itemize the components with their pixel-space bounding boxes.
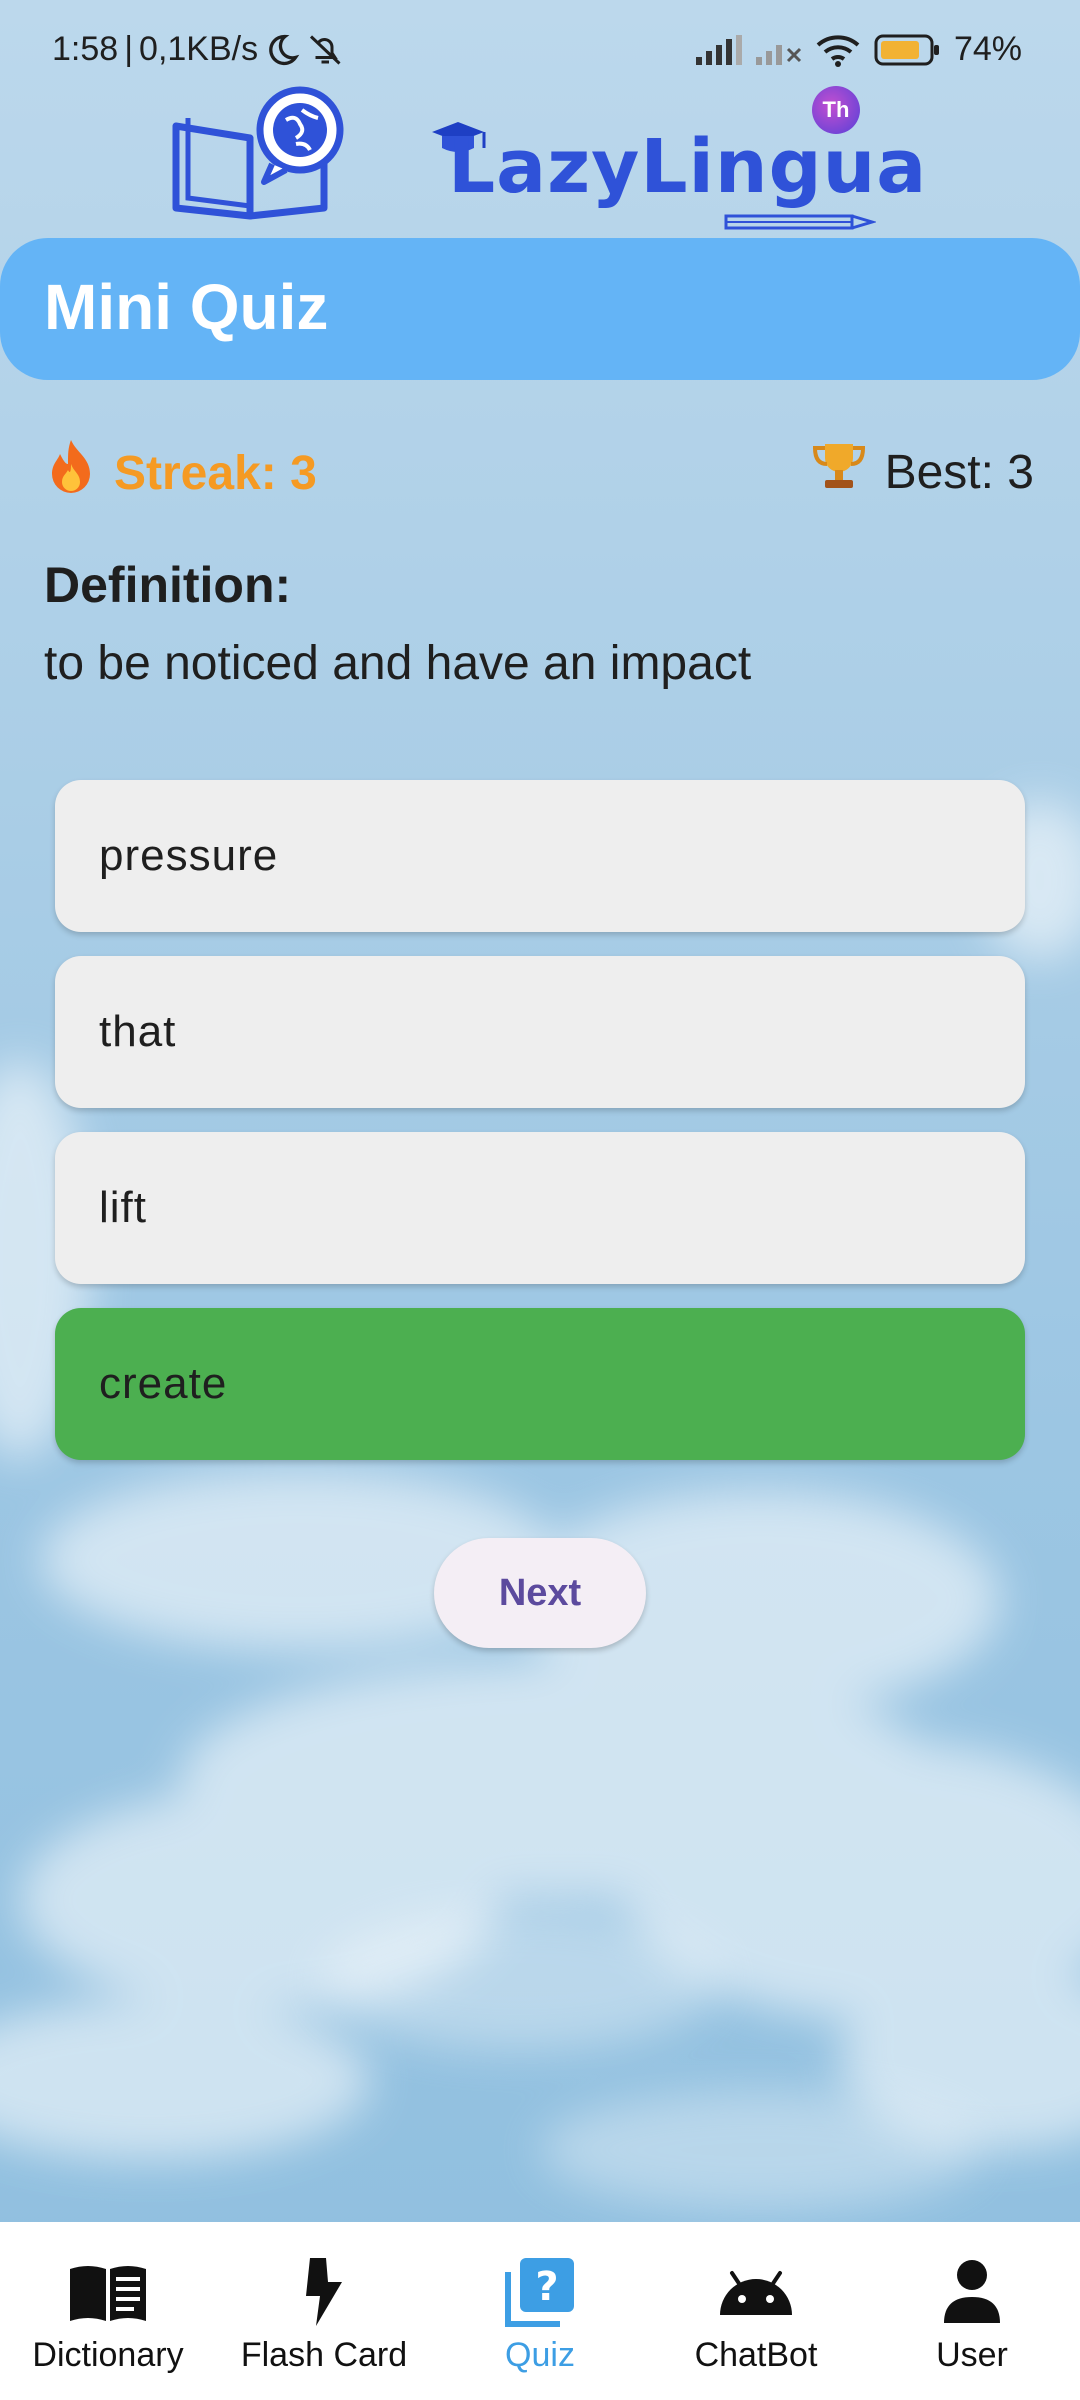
svg-text:?: ?	[535, 2264, 558, 2310]
bottom-nav: Dictionary Flash Card ? Quiz ChatBot Use…	[0, 2222, 1080, 2400]
nav-label: Quiz	[505, 2336, 575, 2374]
battery-level: 74%	[953, 30, 1022, 68]
book-globe-icon	[168, 86, 344, 225]
streak-counter: Streak: 3	[46, 438, 317, 508]
status-speed: 0,1KB/s	[139, 30, 259, 68]
streak-label: Streak: 3	[114, 446, 317, 500]
pencil-icon	[724, 210, 878, 239]
android-icon	[716, 2254, 796, 2330]
answer-option-create[interactable]: create	[55, 1308, 1025, 1460]
fire-icon	[46, 438, 96, 508]
nav-label: Dictionary	[32, 2336, 184, 2374]
nav-item-quiz[interactable]: ? Quiz	[432, 2222, 648, 2400]
answer-option-pressure[interactable]: pressure	[55, 780, 1025, 932]
quiz-icon: ?	[504, 2254, 576, 2330]
title-bar: Mini Quiz	[0, 238, 1080, 380]
status-left: 1:58 | 0,1KB/s	[52, 30, 346, 69]
signal-icon-no-service	[755, 35, 802, 65]
definition-heading: Definition:	[44, 557, 292, 613]
trophy-icon	[811, 438, 867, 506]
book-icon	[68, 2254, 148, 2330]
app-header: LazyLingua Th	[0, 80, 1080, 240]
definition-text: to be noticed and have an impact	[44, 637, 752, 690]
answer-options: pressure that lift create	[55, 780, 1025, 1484]
nav-label: Flash Card	[240, 2336, 408, 2374]
status-time: 1:58	[52, 30, 119, 68]
best-label: Best: 3	[884, 445, 1034, 499]
brand-name: LazyLingua	[448, 124, 928, 210]
answer-option-that[interactable]: that	[55, 956, 1025, 1108]
status-bar: 1:58 | 0,1KB/s 74%	[0, 0, 1080, 90]
nav-item-flash-card[interactable]: Flash Card	[216, 2222, 432, 2400]
best-score: Best: 3	[811, 438, 1034, 506]
moon-icon	[264, 32, 300, 68]
nav-item-chatbot[interactable]: ChatBot	[648, 2222, 864, 2400]
translate-badge-icon: Th	[812, 86, 860, 134]
answer-option-lift[interactable]: lift	[55, 1132, 1025, 1284]
nav-label: ChatBot	[694, 2336, 818, 2374]
lightning-icon	[304, 2254, 344, 2330]
status-divider: |	[124, 30, 134, 68]
signal-icon	[695, 34, 742, 65]
next-button[interactable]: Next	[434, 1538, 646, 1648]
wifi-icon	[816, 33, 860, 67]
nav-label: User	[936, 2336, 1008, 2374]
nav-item-dictionary[interactable]: Dictionary	[0, 2222, 216, 2400]
battery-icon	[874, 34, 940, 66]
user-icon	[942, 2254, 1002, 2330]
mute-icon	[306, 32, 346, 68]
nav-item-user[interactable]: User	[864, 2222, 1080, 2400]
status-right: 74%	[695, 30, 1022, 69]
page-title: Mini Quiz	[44, 271, 329, 343]
